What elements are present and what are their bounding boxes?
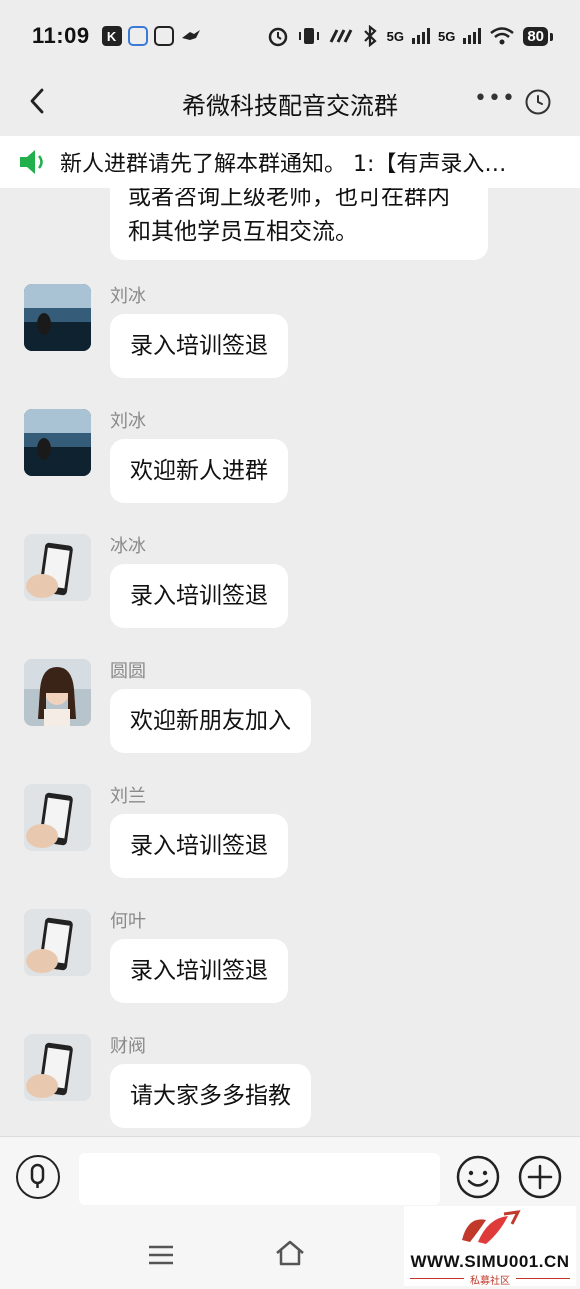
menu-icon[interactable]	[148, 1242, 174, 1268]
watermark-subtext: 私募社区	[470, 1276, 510, 1287]
chat-message: 财阀 请大家多多指教	[0, 1034, 580, 1136]
sender-name: 刘兰	[110, 786, 146, 807]
notification-icons: K	[101, 26, 202, 46]
message-input[interactable]	[79, 1153, 440, 1205]
message-bubble[interactable]: 欢迎新人进群	[110, 439, 288, 503]
signal-label-1: 5G	[386, 28, 404, 44]
bluetooth-icon	[363, 25, 377, 47]
watermark-logo	[462, 1210, 521, 1244]
message-bubble[interactable]: 录入培训签退	[110, 939, 288, 1003]
wifi-icon	[490, 27, 515, 45]
home-icon[interactable]	[274, 1238, 306, 1268]
chat-messages[interactable]: 或者咨询上级老师，也可在群内和其他学员互相交流。 刘冰 录入培训签退 刘冰 欢迎…	[0, 188, 580, 1136]
chat-message: 刘兰 录入培训签退	[0, 784, 580, 894]
battery-indicator: 80	[523, 26, 553, 46]
vibrate-icon	[298, 28, 319, 44]
divider	[516, 1278, 570, 1279]
watermark-text: WWW.SIMU001.CN	[410, 1252, 570, 1271]
message-bubble[interactable]: 录入培训签退	[110, 564, 288, 628]
speaker-icon	[20, 150, 43, 174]
chat-message: 冰冰 录入培训签退	[0, 534, 580, 644]
message-bubble[interactable]: 录入培训签退	[110, 814, 288, 878]
sender-name: 财阀	[110, 1036, 146, 1057]
message-bubble[interactable]: 欢迎新朋友加入	[110, 689, 311, 753]
sender-name: 刘冰	[110, 286, 146, 307]
group-notice-bar[interactable]: 新人进群请先了解本群通知。 1:【有声录入…	[0, 136, 580, 188]
message-bubble[interactable]: 录入培训签退	[110, 314, 288, 378]
avatar[interactable]	[24, 409, 91, 476]
sender-name: 圆圆	[110, 661, 146, 682]
avatar[interactable]	[24, 909, 91, 976]
message-bubble[interactable]: 或者咨询上级老师，也可在群内和其他学员互相交流。	[110, 188, 488, 260]
site-watermark: WWW.SIMU001.CN 私募社区	[404, 1206, 576, 1287]
notice-text: 新人进群请先了解本群通知。 1:【有声录入…	[60, 152, 507, 177]
chat-message: 刘冰 欢迎新人进群	[0, 409, 580, 519]
avatar[interactable]	[24, 1034, 91, 1101]
chat-message: 圆圆 欢迎新朋友加入	[0, 659, 580, 769]
app-k-icon: K	[101, 26, 122, 46]
chat-header: 希微科技配音交流群 •••	[0, 72, 580, 134]
plus-icon[interactable]	[518, 1155, 562, 1199]
message-bubble[interactable]: 请大家多多指教	[110, 1064, 311, 1128]
bird-icon	[181, 30, 200, 40]
more-dots-icon[interactable]: •••	[474, 86, 515, 116]
alarm-icon	[268, 27, 287, 47]
sender-name: 冰冰	[110, 536, 146, 557]
status-time: 11:09	[32, 23, 90, 48]
app-notification-icon	[127, 26, 148, 46]
chat-message: 刘冰 录入培训签退	[0, 284, 580, 394]
signal-icon	[411, 28, 430, 44]
clock-icon[interactable]	[524, 88, 552, 116]
avatar[interactable]	[24, 534, 91, 601]
status-right-icons: 5G 5G 80	[267, 25, 553, 47]
sender-name: 何叶	[110, 911, 146, 932]
signal-icon	[463, 28, 482, 44]
avatar[interactable]	[24, 784, 91, 851]
avatar[interactable]	[24, 284, 91, 351]
signal-label-2: 5G	[437, 28, 456, 44]
avatar[interactable]	[24, 659, 91, 726]
sender-name: 刘冰	[110, 411, 146, 432]
network-speed-icon	[329, 29, 352, 43]
microphone-icon[interactable]	[16, 1155, 60, 1199]
smiley-icon[interactable]	[456, 1155, 500, 1199]
app-link-icon	[153, 26, 174, 46]
status-bar: 11:09 K 5G 5G 80	[0, 0, 580, 72]
chat-message: 何叶 录入培训签退	[0, 909, 580, 1019]
